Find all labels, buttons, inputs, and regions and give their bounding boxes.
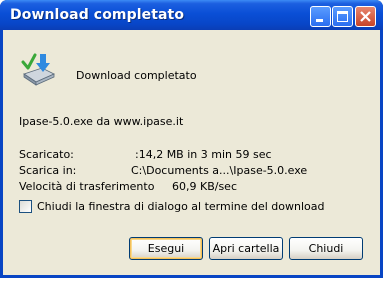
window-frame-right: [380, 30, 383, 278]
download-dialog-window: Download completato Download completato …: [0, 0, 383, 278]
dialog-heading: Download completato: [76, 69, 197, 82]
speed-label: Velocità di trasferimento: [19, 180, 155, 193]
maximize-icon: [337, 11, 348, 22]
save-to-label: Scarica in:: [19, 164, 77, 177]
speed-value: 60,9 KB/sec: [172, 180, 238, 193]
close-on-complete-label[interactable]: Chiudi la finestra di dialogo al termine…: [37, 200, 325, 213]
maximize-button[interactable]: [332, 6, 353, 27]
close-on-complete-checkbox[interactable]: [19, 200, 32, 213]
title-bar[interactable]: Download completato: [0, 0, 383, 30]
window-title: Download completato: [10, 7, 185, 23]
download-complete-icon: [21, 53, 55, 86]
run-button[interactable]: Esegui: [129, 237, 203, 260]
close-icon: [360, 11, 371, 22]
minimize-button[interactable]: [310, 6, 331, 27]
minimize-icon: [316, 19, 323, 22]
open-folder-button[interactable]: Apri cartella: [209, 237, 283, 260]
downloaded-label: Scaricato:: [19, 148, 74, 161]
save-to-value: C:\Documents a...\Ipase-5.0.exe: [131, 164, 308, 177]
file-source-text: Ipase-5.0.exe da www.ipase.it: [19, 115, 184, 128]
title-close-button[interactable]: [355, 6, 376, 27]
close-button[interactable]: Chiudi: [289, 237, 363, 260]
downloaded-value: :14,2 MB in 3 min 59 sec: [135, 148, 272, 161]
window-frame-bottom: [0, 275, 383, 278]
